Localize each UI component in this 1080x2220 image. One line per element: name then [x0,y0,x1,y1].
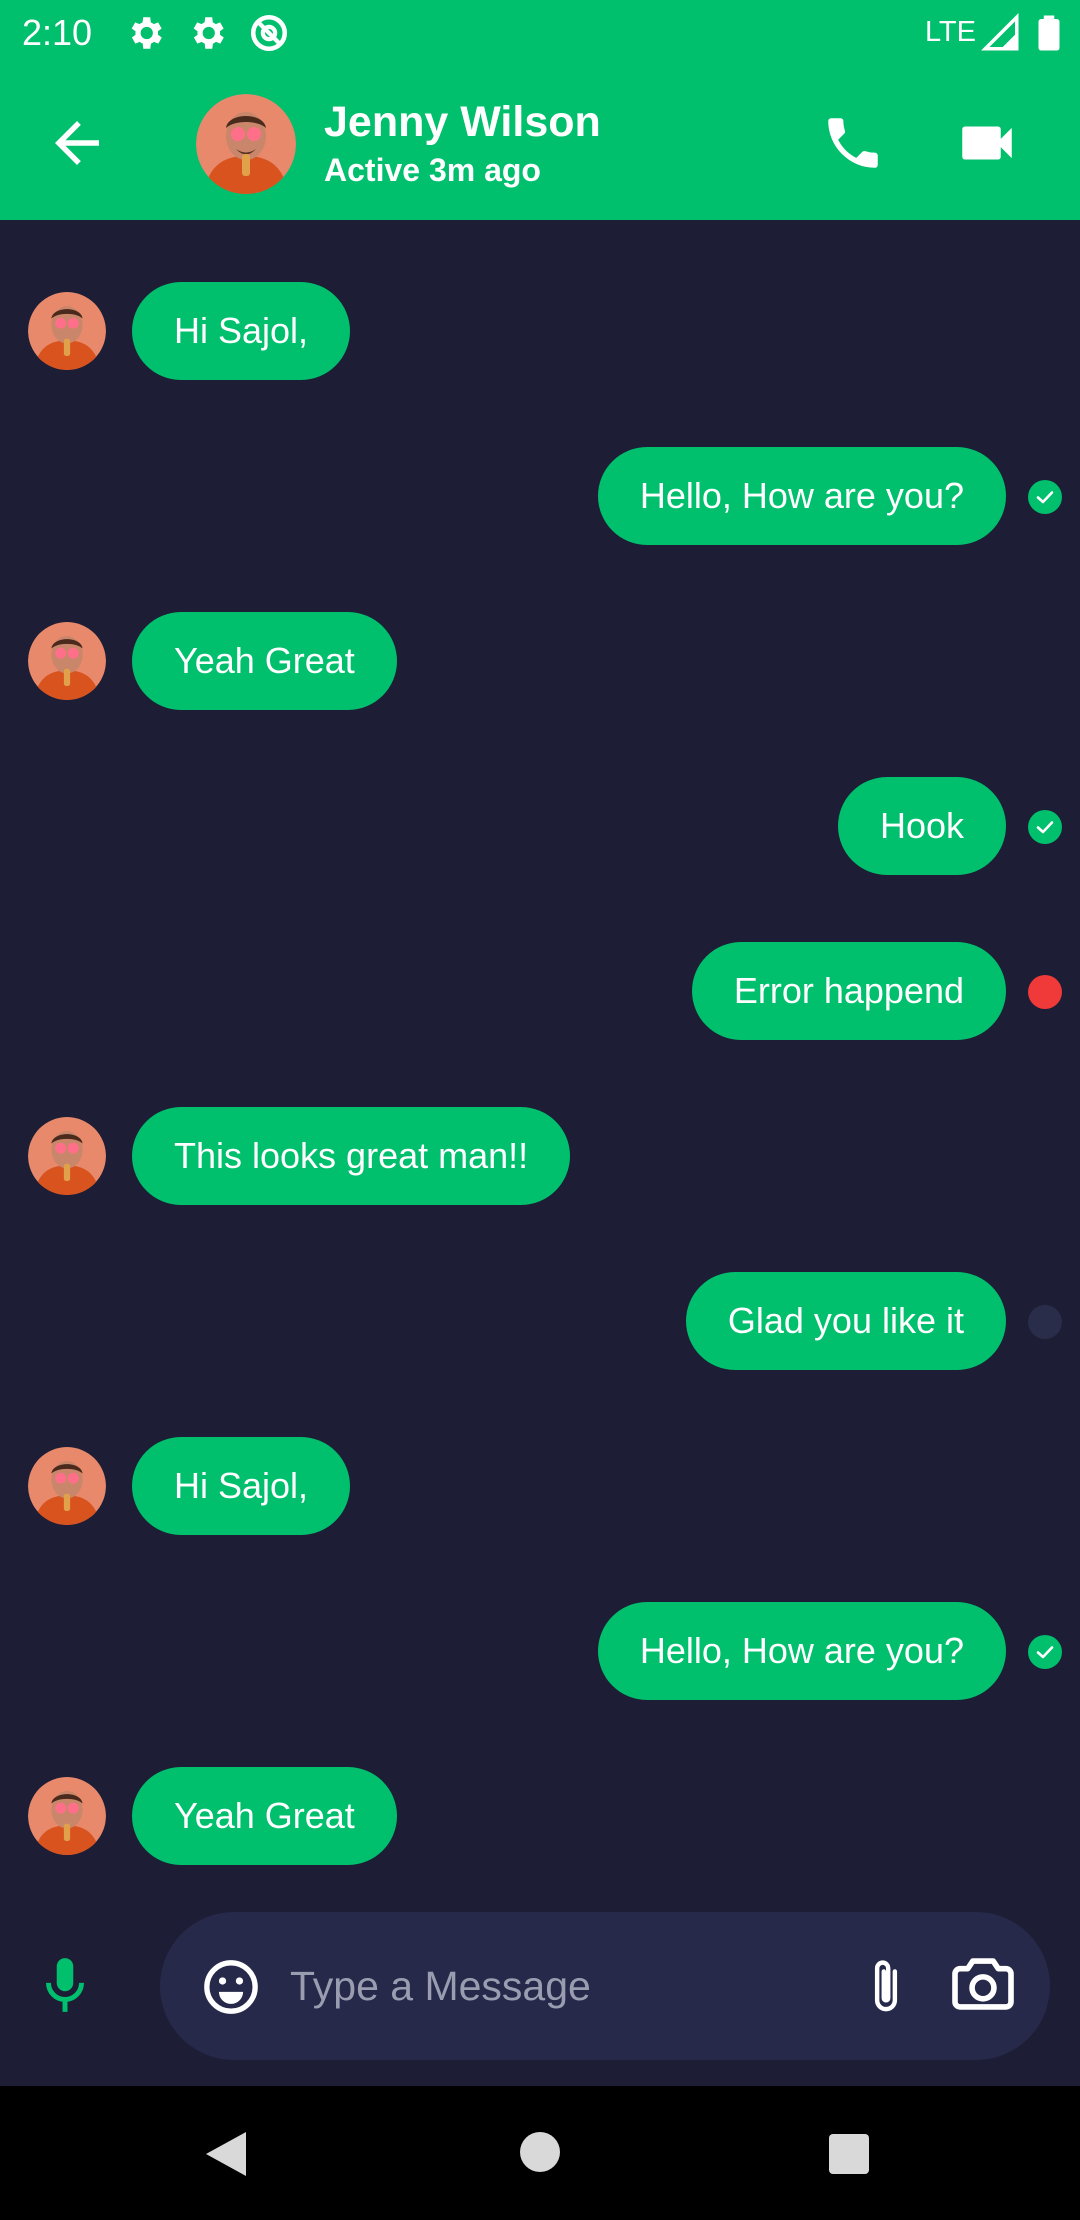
message-input[interactable] [290,1948,850,2024]
emoji-icon[interactable] [202,1958,260,2016]
chat-header: Jenny Wilson Active 3m ago [0,66,1080,220]
attach-icon[interactable] [864,1956,908,2018]
message-row: Hello, How are you? [0,447,1080,545]
battery-icon [1038,15,1060,51]
sender-avatar [28,622,106,700]
message-row: Hi Sajol, [0,1437,1080,1535]
message-row: Hello, How are you? [0,1602,1080,1700]
sender-avatar [28,1777,106,1855]
system-navigation-bar [0,2086,1080,2220]
back-arrow-icon[interactable] [44,110,110,176]
message-bubble[interactable]: Error happend [691,942,1006,1040]
message-bubble[interactable]: Hi Sajol, [132,1437,351,1535]
message-bubble[interactable]: Yeah Great [132,612,397,710]
network-type: LTE [924,16,976,48]
camera-icon[interactable] [952,1956,1014,2012]
pending-status-icon [1028,1305,1062,1339]
message-row: Error happend [0,942,1080,1040]
message-row: Hook [0,777,1080,875]
message-bubble[interactable]: Glad you like it [685,1272,1006,1370]
message-composer [160,1912,1050,2060]
message-bubble[interactable]: Hook [837,777,1006,875]
nav-home-icon[interactable] [520,2132,560,2172]
message-row: Hi Sajol, [0,282,1080,380]
contact-status: Active 3m ago [324,152,541,188]
message-bubble[interactable]: This looks great man!! [132,1107,571,1205]
message-list[interactable]: Hi Sajol, Hello, How are you? Yeah Great… [0,220,1080,1910]
settings-icon [131,17,162,49]
message-bubble[interactable]: Hi Sajol, [132,282,351,380]
phone-icon[interactable] [820,110,886,176]
contact-name: Jenny Wilson [324,98,601,146]
video-camera-icon[interactable] [952,110,1022,176]
message-bubble[interactable]: Yeah Great [132,1767,397,1865]
nav-recents-icon[interactable] [829,2134,869,2174]
message-row: Glad you like it [0,1272,1080,1370]
error-status-icon [1028,975,1062,1009]
signal-icon [981,13,1019,51]
sync-icon [250,14,288,52]
nav-back-icon[interactable] [204,2130,248,2178]
sender-avatar [28,292,106,370]
contact-avatar[interactable] [196,94,296,194]
sent-check-icon [1028,1635,1062,1669]
sent-check-icon [1028,810,1062,844]
status-bar: 2:10 LTE [0,0,1080,66]
message-bubble[interactable]: Hello, How are you? [597,447,1006,545]
message-bubble[interactable]: Hello, How are you? [597,1602,1006,1700]
sender-avatar [28,1117,106,1195]
sent-check-icon [1028,480,1062,514]
message-row: This looks great man!! [0,1107,1080,1205]
sender-avatar [28,1447,106,1525]
microphone-icon[interactable] [40,1954,90,2016]
message-row: Yeah Great [0,612,1080,710]
status-time: 2:10 [22,12,93,53]
message-row: Yeah Great [0,1767,1080,1865]
settings-icon [193,17,224,49]
